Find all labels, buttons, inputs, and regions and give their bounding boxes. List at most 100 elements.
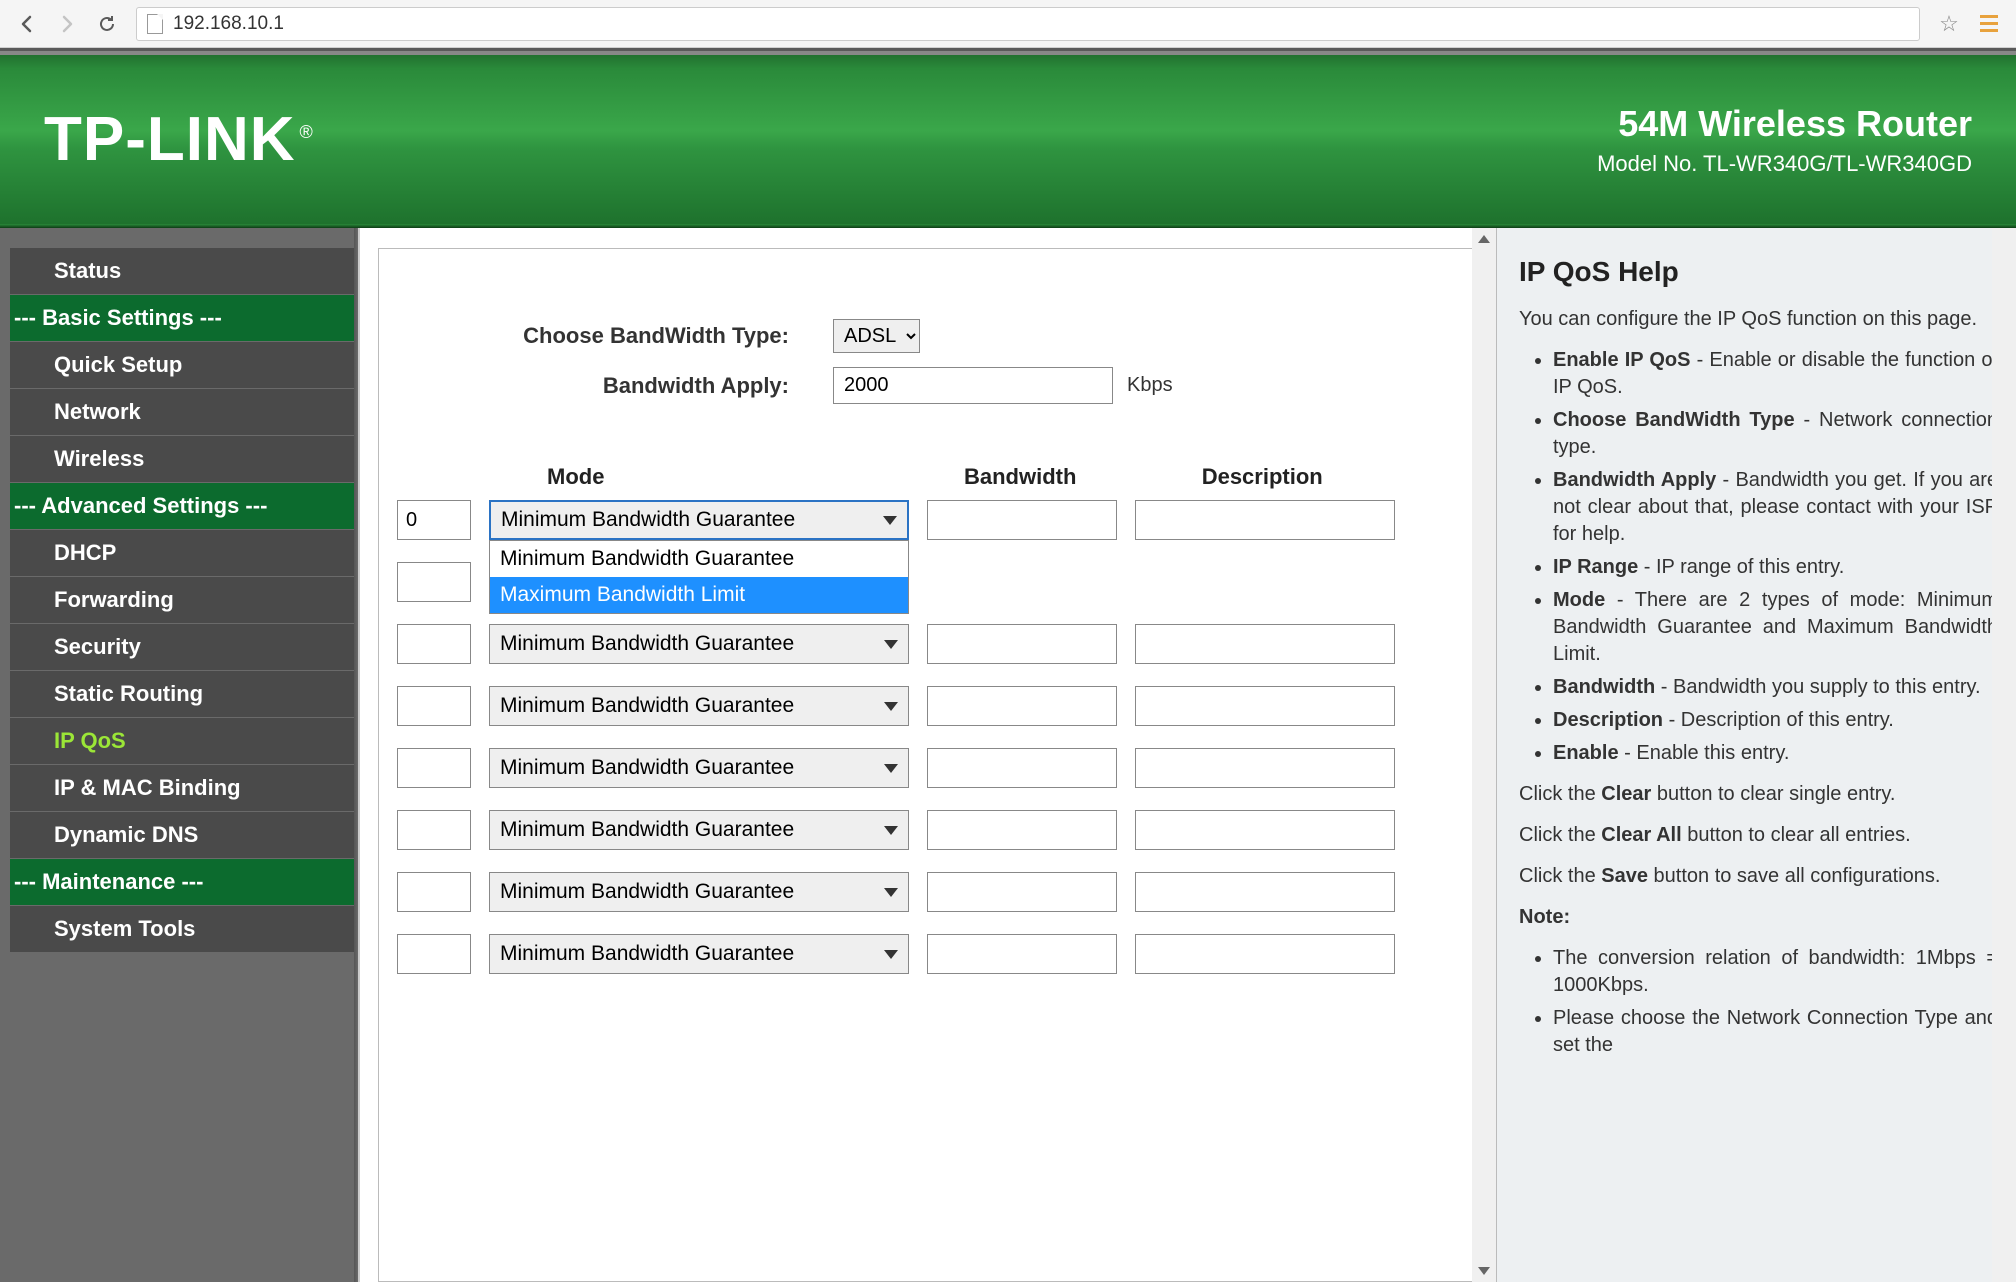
mode-selected-text: Minimum Bandwidth Guarantee [500, 880, 794, 904]
url-bar[interactable]: 192.168.10.1 [136, 7, 1920, 41]
description-input[interactable] [1135, 810, 1395, 850]
help-bullet: IP Range - IP range of this entry. [1553, 554, 1998, 581]
description-input[interactable] [1135, 934, 1395, 974]
chevron-down-icon [884, 702, 898, 711]
bandwidth-input[interactable] [927, 686, 1117, 726]
product-title: 54M Wireless Router [1597, 103, 1972, 145]
bandwidth-apply-input[interactable] [833, 367, 1113, 404]
mode-select[interactable]: Minimum Bandwidth GuaranteeMinimum Bandw… [489, 500, 909, 540]
mode-selected-text: Minimum Bandwidth Guarantee [500, 756, 794, 780]
sidebar-item-wireless[interactable]: Wireless [10, 436, 354, 483]
sidebar-item-dhcp[interactable]: DHCP [10, 530, 354, 577]
ip-range-end-input[interactable] [397, 934, 471, 974]
help-bullet: Bandwidth Apply - Bandwidth you get. If … [1553, 467, 1998, 548]
sidebar-item-forwarding[interactable]: Forwarding [10, 577, 354, 624]
sidebar-item-static-routing[interactable]: Static Routing [10, 671, 354, 718]
registered-mark: ® [300, 122, 314, 142]
mode-option-max[interactable]: Maximum Bandwidth Limit [490, 577, 908, 613]
forward-button[interactable] [50, 7, 84, 41]
ip-range-end-input[interactable] [397, 562, 471, 602]
mode-selected-text: Minimum Bandwidth Guarantee [500, 694, 794, 718]
help-bullet: Enable - Enable this entry. [1553, 740, 1998, 767]
mode-selected-text: Minimum Bandwidth Guarantee [500, 942, 794, 966]
help-bullet: Mode - There are 2 types of mode: Minimu… [1553, 587, 1998, 668]
bandwidth-input[interactable] [927, 810, 1117, 850]
description-input[interactable] [1135, 872, 1395, 912]
bandwidth-input[interactable] [927, 934, 1117, 974]
help-title: IP QoS Help [1519, 256, 1998, 288]
description-input[interactable] [1135, 624, 1395, 664]
bandwidth-apply-label: Bandwidth Apply: [409, 373, 819, 399]
sidebar-item-dynamic-dns[interactable]: Dynamic DNS [10, 812, 354, 859]
mode-selected-text: Minimum Bandwidth Guarantee [500, 632, 794, 656]
sidebar: Status--- Basic Settings ---Quick SetupN… [0, 228, 360, 1282]
help-bullet: Enable IP QoS - Enable or disable the fu… [1553, 347, 1998, 401]
help-note-label: Note: [1519, 904, 1998, 931]
mode-select[interactable]: Minimum Bandwidth Guarantee [489, 810, 909, 850]
scroll-up-icon[interactable] [1472, 228, 1496, 250]
chevron-down-icon [884, 640, 898, 649]
table-row: Minimum Bandwidth Guarantee [409, 934, 1455, 974]
mode-select[interactable]: Minimum Bandwidth Guarantee [489, 748, 909, 788]
mode-option-min[interactable]: Minimum Bandwidth Guarantee [490, 541, 908, 577]
mode-select[interactable]: Minimum Bandwidth Guarantee [489, 934, 909, 974]
description-input[interactable] [1135, 748, 1395, 788]
sidebar-item-quick-setup[interactable]: Quick Setup [10, 342, 354, 389]
help-clearall: Click the Clear All button to clear all … [1519, 822, 1998, 849]
ip-range-end-input[interactable] [397, 810, 471, 850]
help-bullet: Choose BandWidth Type - Network connecti… [1553, 407, 1998, 461]
mode-select[interactable]: Minimum Bandwidth Guarantee [489, 872, 909, 912]
chevron-down-icon [884, 950, 898, 959]
sidebar-item--maintenance-: --- Maintenance --- [10, 859, 354, 906]
bandwidth-type-label: Choose BandWidth Type: [409, 323, 819, 349]
header-bandwidth: Bandwidth [964, 464, 1202, 490]
bandwidth-type-select[interactable]: ADSL [833, 319, 920, 353]
table-row: Minimum Bandwidth GuaranteeMinimum Bandw… [409, 500, 1455, 540]
bandwidth-input[interactable] [927, 748, 1117, 788]
brand-logo: TP-LINK® [44, 104, 314, 175]
table-row: Minimum Bandwidth Guarantee [409, 686, 1455, 726]
sidebar-item-security[interactable]: Security [10, 624, 354, 671]
table-row: Minimum Bandwidth Guarantee [409, 624, 1455, 664]
kbps-label: Kbps [1127, 374, 1173, 397]
sidebar-item-network[interactable]: Network [10, 389, 354, 436]
sidebar-item-system-tools[interactable]: System Tools [10, 906, 354, 953]
product-model: Model No. TL-WR340G/TL-WR340GD [1597, 151, 1972, 177]
help-panel: IP QoS Help You can configure the IP QoS… [1496, 228, 2016, 1282]
ip-range-end-input[interactable] [397, 500, 471, 540]
table-row: Minimum Bandwidth Guarantee [409, 748, 1455, 788]
browser-toolbar: 192.168.10.1 ☆ [0, 0, 2016, 48]
help-note: Please choose the Network Connection Typ… [1553, 1005, 1998, 1059]
product-info: 54M Wireless Router Model No. TL-WR340G/… [1597, 103, 1972, 177]
scroll-down-icon[interactable] [1472, 1260, 1496, 1282]
sidebar-item-ip-qos[interactable]: IP QoS [10, 718, 354, 765]
ip-range-end-input[interactable] [397, 872, 471, 912]
reload-button[interactable] [90, 7, 124, 41]
help-clear: Click the Clear button to clear single e… [1519, 781, 1998, 808]
ip-range-end-input[interactable] [397, 624, 471, 664]
bookmark-icon[interactable]: ☆ [1932, 7, 1966, 41]
sidebar-item-ip-mac-binding[interactable]: IP & MAC Binding [10, 765, 354, 812]
header-mode: Mode [547, 464, 964, 490]
help-bullet: Description - Description of this entry. [1553, 707, 1998, 734]
description-input[interactable] [1135, 686, 1395, 726]
ip-range-end-input[interactable] [397, 686, 471, 726]
mode-selected-text: Minimum Bandwidth Guarantee [500, 818, 794, 842]
bandwidth-input[interactable] [927, 872, 1117, 912]
mode-select[interactable]: Minimum Bandwidth Guarantee [489, 624, 909, 664]
mode-selected-text: Minimum Bandwidth Guarantee [501, 508, 795, 532]
ip-range-end-input[interactable] [397, 748, 471, 788]
description-input[interactable] [1135, 500, 1395, 540]
bandwidth-input[interactable] [927, 624, 1117, 664]
help-save: Click the Save button to save all config… [1519, 863, 1998, 890]
table-row: Minimum Bandwidth Guarantee [409, 810, 1455, 850]
header-banner: TP-LINK® 54M Wireless Router Model No. T… [0, 48, 2016, 228]
main-content: Choose BandWidth Type: ADSL Bandwidth Ap… [360, 228, 1496, 1282]
mode-select[interactable]: Minimum Bandwidth Guarantee [489, 686, 909, 726]
sidebar-item-status[interactable]: Status [10, 248, 354, 295]
hamburger-menu-icon[interactable] [1972, 7, 2006, 41]
main-scrollbar[interactable] [1472, 228, 1496, 1282]
bandwidth-input[interactable] [927, 500, 1117, 540]
header-description: Description [1202, 464, 1455, 490]
back-button[interactable] [10, 7, 44, 41]
